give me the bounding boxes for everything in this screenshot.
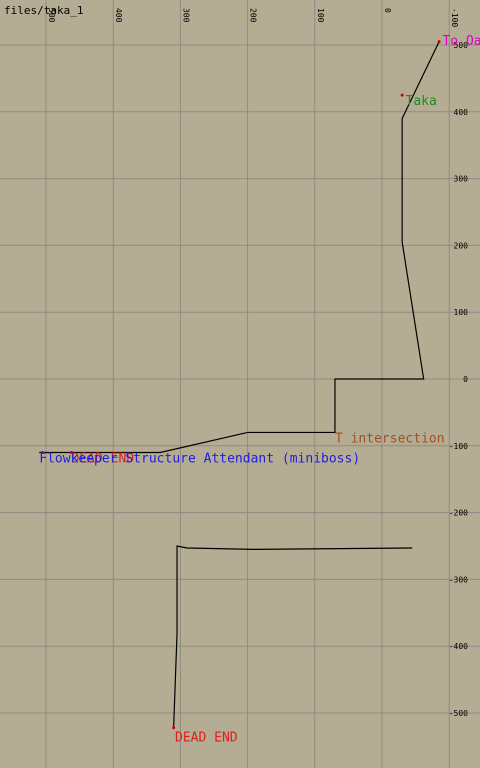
y-tick-label: 100 (454, 308, 469, 317)
y-tick-label: 0 (463, 375, 468, 384)
y-tick-label: -100 (449, 442, 468, 451)
label-t-intersection: T intersection (335, 431, 445, 446)
file-path-label: files/taka_1 (4, 4, 84, 17)
label-miniboss: Flowkeeper Structure Attendant (miniboss… (39, 452, 360, 467)
x-tick-label: 200 (249, 8, 258, 23)
label-taka: Taka (406, 94, 437, 109)
y-tick-label: -300 (449, 575, 468, 584)
y-tick-label: -400 (449, 642, 468, 651)
map-canvas: 500 400 300 200 100 0 -1005004003002001000-100… (0, 0, 480, 768)
y-tick-label: -200 (449, 509, 468, 518)
marker-taka (400, 93, 404, 97)
label-dead-end-south: DEAD END (175, 731, 238, 746)
y-tick-label: -500 (449, 709, 468, 718)
label-to-oa: To Oa (442, 34, 480, 49)
y-tick-label: 400 (454, 108, 469, 117)
marker-to-oa (437, 40, 441, 44)
x-tick-label: 0 (383, 8, 392, 13)
marker-dead-end-south (172, 726, 176, 730)
x-tick-label: -100 (450, 8, 459, 27)
x-tick-label: 100 (316, 8, 325, 23)
y-tick-label: 200 (454, 241, 469, 250)
y-tick-label: 300 (454, 175, 469, 184)
x-tick-label: 400 (114, 8, 123, 23)
map-background (0, 0, 480, 768)
x-tick-label: 300 (181, 8, 190, 23)
